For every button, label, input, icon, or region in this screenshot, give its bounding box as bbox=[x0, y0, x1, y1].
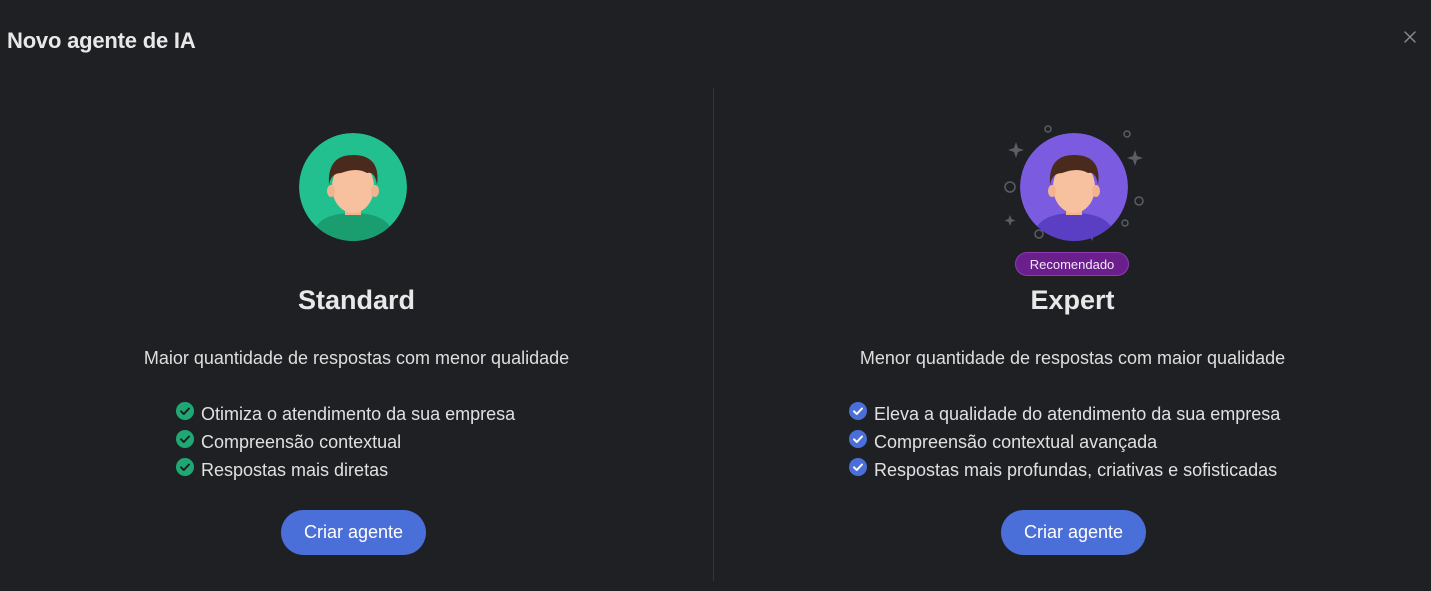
feature-label: Respostas mais profundas, criativas e so… bbox=[874, 459, 1278, 480]
person-avatar-icon bbox=[1020, 133, 1128, 241]
create-agent-expert-button[interactable]: Criar agente bbox=[1001, 510, 1146, 555]
check-circle-icon bbox=[849, 458, 867, 476]
plan-description: Maior quantidade de respostas com menor … bbox=[143, 348, 570, 368]
feature-label: Compreensão contextual bbox=[201, 431, 402, 452]
list-item: Otimiza o atendimento da sua empresa bbox=[176, 400, 515, 428]
plan-name: Expert bbox=[1030, 285, 1115, 315]
feature-label: Otimiza o atendimento da sua empresa bbox=[201, 403, 516, 424]
plan-name: Standard bbox=[297, 285, 416, 315]
create-agent-standard-button[interactable]: Criar agente bbox=[281, 510, 426, 555]
plan-description: Menor quantidade de respostas com maior … bbox=[859, 348, 1286, 368]
plan-card-standard: Standard Maior quantidade de respostas c… bbox=[0, 0, 713, 591]
list-item: Compreensão contextual avançada bbox=[849, 428, 1280, 456]
feature-label: Respostas mais diretas bbox=[201, 459, 389, 480]
plan-card-expert: Recomendado Expert Menor quantidade de r… bbox=[714, 0, 1431, 591]
check-circle-icon bbox=[176, 402, 194, 420]
check-circle-icon bbox=[176, 458, 194, 476]
feature-label: Compreensão contextual avançada bbox=[874, 431, 1158, 452]
check-circle-icon bbox=[849, 402, 867, 420]
recommended-badge: Recomendado bbox=[1015, 252, 1129, 276]
feature-label: Eleva a qualidade do atendimento da sua … bbox=[874, 403, 1281, 424]
person-avatar-icon bbox=[299, 133, 407, 241]
list-item: Compreensão contextual bbox=[176, 428, 515, 456]
check-circle-icon bbox=[176, 430, 194, 448]
list-item: Eleva a qualidade do atendimento da sua … bbox=[849, 400, 1280, 428]
check-circle-icon bbox=[849, 430, 867, 448]
list-item: Respostas mais profundas, criativas e so… bbox=[849, 456, 1280, 484]
list-item: Respostas mais diretas bbox=[176, 456, 515, 484]
feature-list: Eleva a qualidade do atendimento da sua … bbox=[849, 400, 1280, 484]
feature-list: Otimiza o atendimento da sua empresa Com… bbox=[176, 400, 515, 484]
